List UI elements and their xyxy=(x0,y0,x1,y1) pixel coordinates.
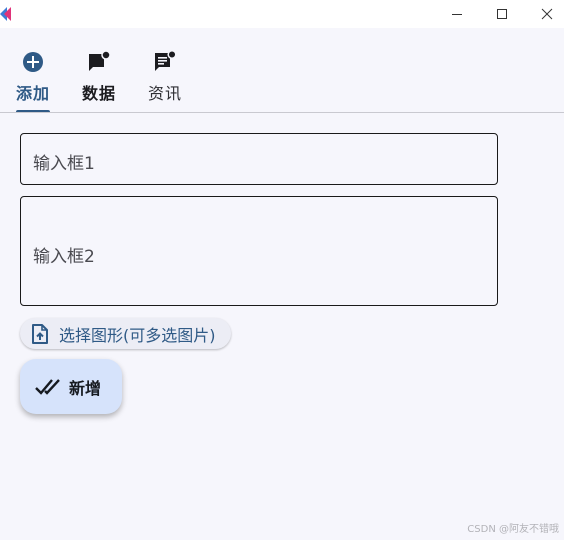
tab-divider xyxy=(0,112,564,113)
maximize-icon xyxy=(496,8,508,20)
add-circle-icon xyxy=(22,50,44,74)
choose-images-button[interactable]: 选择图形(可多选图片) xyxy=(20,318,231,349)
tab-add-label: 添加 xyxy=(15,84,50,103)
minimize-icon xyxy=(451,8,463,20)
file-upload-icon xyxy=(30,323,50,344)
chat-notification-icon xyxy=(87,50,111,74)
app-logo-icon xyxy=(0,6,14,21)
maximize-button[interactable] xyxy=(491,3,513,25)
tab-data[interactable]: 数据 xyxy=(73,48,125,112)
tab-news[interactable]: 资讯 xyxy=(139,48,191,112)
title-bar xyxy=(0,0,564,28)
done-all-icon xyxy=(35,374,61,400)
input-field-1[interactable]: 输入框1 xyxy=(20,133,498,185)
tab-add[interactable]: 添加 xyxy=(7,48,59,112)
input-field-1-placeholder: 输入框1 xyxy=(33,154,95,174)
watermark: CSDN @阿友不错哦 xyxy=(467,524,559,535)
tab-news-label: 资讯 xyxy=(147,84,182,103)
minimize-button[interactable] xyxy=(446,3,468,25)
input-field-2[interactable]: 输入框2 xyxy=(20,196,498,306)
add-button-label: 新增 xyxy=(69,378,102,398)
add-button[interactable]: 新增 xyxy=(20,359,122,414)
input-field-2-placeholder: 输入框2 xyxy=(33,247,95,267)
close-icon xyxy=(541,8,553,20)
close-button[interactable] xyxy=(536,3,558,25)
tab-data-label: 数据 xyxy=(81,84,116,103)
choose-images-label: 选择图形(可多选图片) xyxy=(59,325,216,345)
message-list-icon xyxy=(153,50,177,74)
